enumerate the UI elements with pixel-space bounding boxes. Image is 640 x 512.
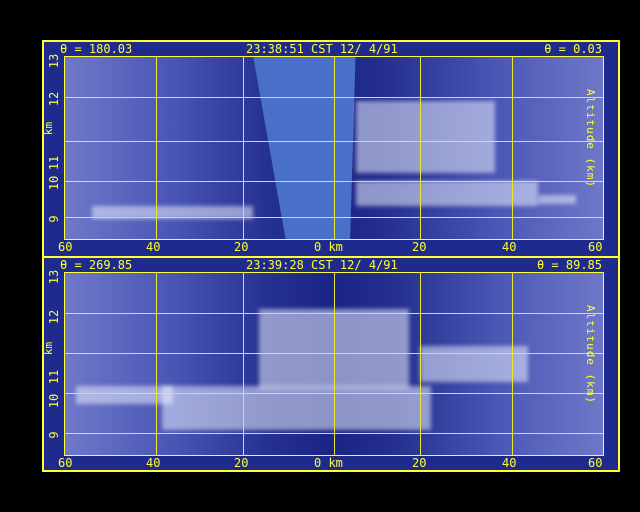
altitude-axis-label: Altitude (km): [583, 88, 597, 189]
y-tick-11: 11: [47, 369, 61, 385]
theta-right-label: θ = 0.03: [544, 42, 602, 56]
x-tick-40-right: 40: [502, 240, 517, 254]
y-tick-13: 13: [47, 53, 61, 69]
theta-left-label: θ = 269.85: [60, 258, 133, 272]
x-tick-0: 0 km: [314, 240, 343, 254]
x-tick-20-left: 20: [234, 456, 249, 470]
x-tick-40-right: 40: [502, 456, 517, 470]
x-tick-20-right: 20: [412, 240, 427, 254]
panel-header-top: θ = 180.03 23:38:51 CST 12/ 4/91 θ = 0.0…: [44, 42, 618, 56]
x-tick-0: 0 km: [314, 456, 343, 470]
lidar-panel-bottom: θ = 269.85 23:39:28 CST 12/ 4/91 θ = 89.…: [42, 256, 620, 472]
x-tick-60-left: 60: [58, 456, 73, 470]
theta-right-label: θ = 89.85: [536, 258, 602, 272]
cloud-layer: [75, 385, 173, 405]
cloud-layer: [538, 195, 577, 205]
x-tick-60-right: 60: [588, 240, 603, 254]
lidar-plot-bottom: [64, 272, 604, 456]
x-tick-40-left: 40: [146, 456, 161, 470]
cloud-layer: [355, 100, 496, 174]
y-tick-12: 12: [47, 309, 61, 325]
y-axis-unit: km: [42, 341, 56, 356]
timestamp-label: 23:38:51 CST 12/ 4/91: [246, 42, 398, 56]
x-tick-60-left: 60: [58, 240, 73, 254]
y-axis-unit: km: [42, 121, 56, 136]
lidar-plot-top: [64, 56, 604, 240]
y-tick-9: 9: [47, 215, 61, 223]
lidar-panel-top: θ = 180.03 23:38:51 CST 12/ 4/91 θ = 0.0…: [42, 40, 620, 258]
altitude-axis-label: Altitude (km): [583, 304, 597, 405]
y-tick-12: 12: [47, 91, 61, 107]
y-tick-10: 10: [47, 175, 61, 191]
panel-header-bottom: θ = 269.85 23:39:28 CST 12/ 4/91 θ = 89.…: [44, 258, 618, 272]
y-tick-11: 11: [47, 155, 61, 171]
y-tick-10: 10: [47, 393, 61, 409]
x-tick-20-left: 20: [234, 240, 249, 254]
y-tick-9: 9: [47, 431, 61, 439]
x-tick-40-left: 40: [146, 240, 161, 254]
y-tick-13: 13: [47, 269, 61, 285]
theta-left-label: θ = 180.03: [60, 42, 133, 56]
x-tick-20-right: 20: [412, 456, 427, 470]
timestamp-label: 23:39:28 CST 12/ 4/91: [246, 258, 398, 272]
x-tick-60-right: 60: [588, 456, 603, 470]
